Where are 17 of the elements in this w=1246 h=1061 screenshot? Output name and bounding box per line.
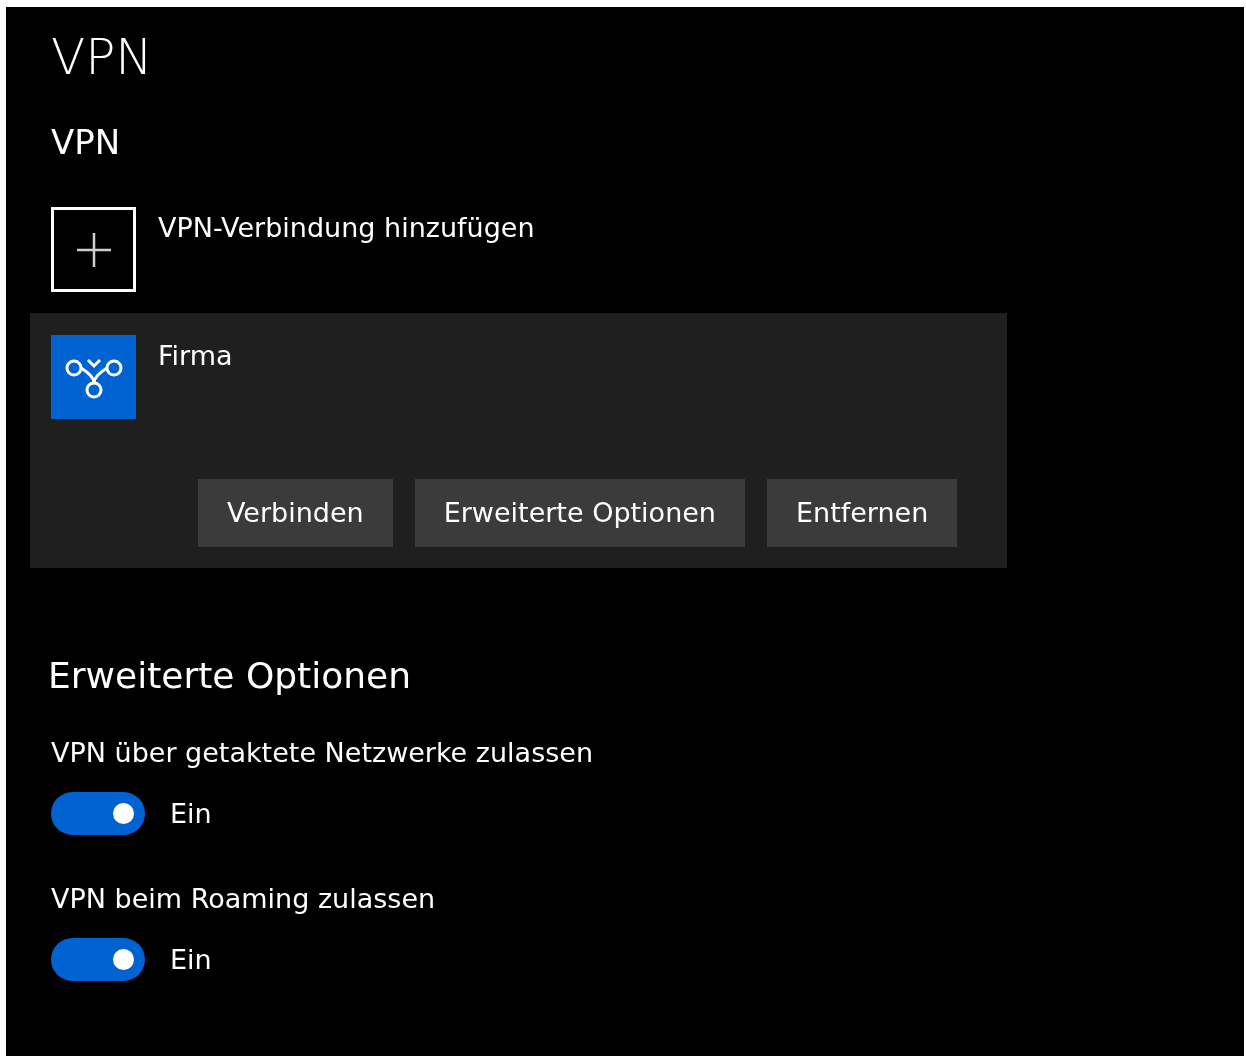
connection-button[interactable]: Erweiterte Optionen [414, 479, 745, 547]
setting-label: VPN über getaktete Netzwerke zulassen [51, 736, 593, 770]
toggle-state-label: Ein [170, 796, 212, 831]
plus-icon [51, 207, 136, 292]
section-title: Erweiterte Optionen [48, 654, 412, 698]
toggle-state-label: Ein [170, 942, 212, 977]
vpn-knot-icon [51, 335, 136, 419]
section-title: VPN [51, 121, 121, 164]
vpn-connection-card[interactable]: Firma Verbinden Erweiterte Optionen Entfernen [30, 313, 1007, 568]
setting-label: VPN beim Roaming zulassen [51, 882, 436, 916]
connection-button[interactable]: Entfernen [767, 479, 958, 547]
toggle-switch[interactable] [51, 938, 145, 981]
add-vpn-button[interactable]: VPN-Verbindung hinzufügen [51, 207, 535, 292]
connection-button[interactable]: Verbinden [198, 479, 393, 547]
toggle-switch[interactable] [51, 792, 145, 835]
page-title: VPN [51, 27, 153, 87]
connection-name: Firma [158, 339, 233, 373]
